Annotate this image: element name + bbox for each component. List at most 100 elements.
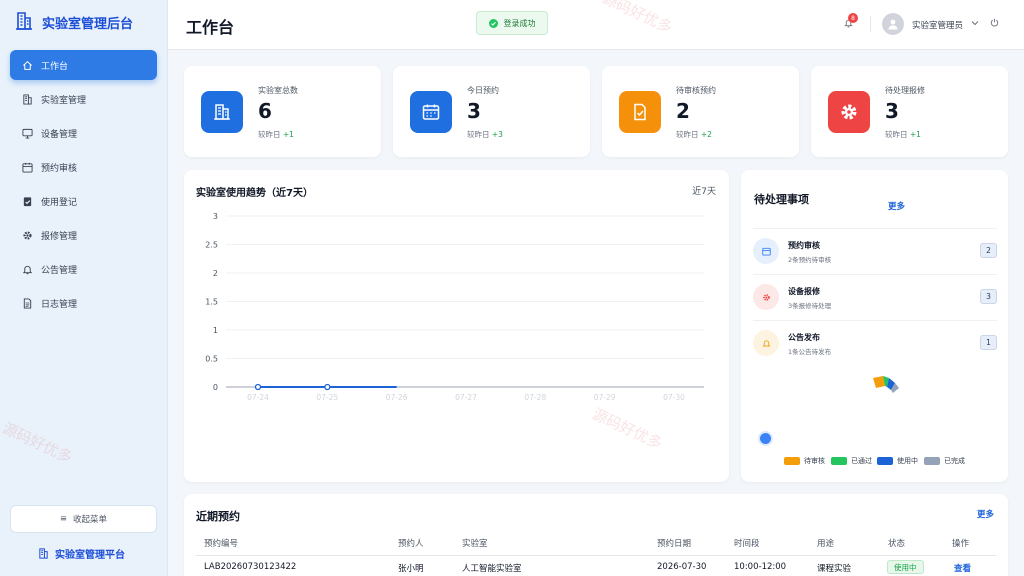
legend-in-use: 使用中: [877, 456, 918, 466]
stat-card-today-bookings[interactable]: 今日预约 3 较昨日 +3: [393, 66, 590, 157]
y-tick-label: 1: [213, 326, 218, 335]
todo-item-desc: 1条公告待发布: [788, 348, 832, 356]
x-tick-label: 07-24: [247, 393, 269, 402]
sidebar-item-label: 日志管理: [41, 299, 78, 310]
legend-done: 已完成: [924, 456, 965, 466]
legend-approved: 已通过: [831, 456, 872, 466]
todo-item-name: 设备报修: [788, 287, 820, 296]
stat-label: 待处理报修: [885, 86, 925, 95]
stat-label: 今日预约: [467, 86, 499, 95]
stat-label: 待审核预约: [676, 86, 716, 95]
sidebar-item-label: 实验室管理: [41, 95, 87, 106]
sidebar-item-devices[interactable]: 设备管理: [10, 118, 157, 148]
cell-time-slot: 10:00-12:00: [734, 562, 787, 572]
todo-item-announcement[interactable]: 公告发布 1条公告待发布 1: [753, 320, 997, 366]
building-icon: [201, 91, 243, 133]
y-tick-label: 3: [213, 212, 218, 221]
gear-icon: [753, 284, 779, 310]
legend-label: 待审核: [804, 457, 825, 465]
todo-panel: 待处理事项 更多 预约审核 2条预约待审核 2 设备报修 3条报修待处理 3 公…: [741, 170, 1008, 482]
building-icon: [39, 548, 48, 559]
gear-icon: [828, 91, 870, 133]
column-header: 预约日期: [657, 539, 692, 549]
x-tick-label: 07-30: [663, 393, 685, 402]
status-indicator-dot: [760, 433, 771, 444]
x-tick-label: 07-25: [316, 393, 338, 402]
collapse-menu-button[interactable]: ≡ 收起菜单: [10, 505, 157, 533]
cell-booking-id: LAB20260730123422: [204, 562, 297, 572]
document-check-icon: [619, 91, 661, 133]
user-icon: [888, 19, 898, 30]
todo-item-device-repair[interactable]: 设备报修 3条报修待处理 3: [753, 274, 997, 320]
sidebar-item-announcements[interactable]: 公告管理: [10, 254, 157, 284]
cell-lab: 人工智能实验室: [462, 564, 522, 574]
sidebar-item-repair[interactable]: 报修管理: [10, 220, 157, 250]
toast-text: 登录成功: [503, 18, 536, 28]
sidebar-nav: 工作台 实验室管理 设备管理 预约审核 使用登记 报修管理 公告管理 日志管理: [0, 50, 167, 318]
stat-value: 3: [467, 99, 481, 123]
todo-item-desc: 3条报修待处理: [788, 302, 832, 310]
todo-item-name: 公告发布: [788, 333, 820, 342]
stat-card-labs[interactable]: 实验室总数 6 较昨日 +1: [184, 66, 381, 157]
sidebar-item-label: 设备管理: [41, 129, 78, 140]
sidebar-item-label: 工作台: [41, 61, 69, 72]
x-tick-label: 07-28: [524, 393, 546, 402]
home-icon: [23, 60, 32, 70]
cell-purpose: 课程实验: [817, 564, 852, 574]
stat-card-pending-review[interactable]: 待审核预约 2 较昨日 +2: [602, 66, 799, 157]
stat-label: 实验室总数: [258, 86, 298, 95]
todo-more-link[interactable]: 更多: [888, 200, 905, 212]
bell-icon: [22, 265, 33, 274]
stat-compare: 较昨日 +1: [258, 129, 294, 140]
clipboard-check-icon: [23, 196, 32, 206]
calendar-icon: [22, 162, 33, 173]
sidebar-item-dashboard[interactable]: 工作台: [10, 50, 157, 80]
status-pie-chart: [873, 376, 899, 393]
document-icon: [23, 297, 32, 309]
user-name[interactable]: 实验室管理员: [912, 19, 963, 31]
y-tick-label: 0: [213, 383, 218, 392]
recent-more-link[interactable]: 更多: [977, 508, 994, 520]
power-icon[interactable]: [990, 18, 999, 27]
x-tick-label: 07-26: [386, 393, 408, 402]
table-header-divider: [196, 555, 996, 556]
stat-delta: +3: [491, 130, 503, 139]
building-icon: [14, 11, 34, 34]
sidebar-item-booking-review[interactable]: 预约审核: [10, 152, 157, 182]
column-header: 用途: [817, 539, 835, 549]
y-tick-label: 2: [213, 269, 218, 278]
todo-title: 待处理事项: [754, 193, 809, 206]
stat-compare-label: 较昨日: [258, 130, 281, 139]
legend-label: 使用中: [897, 457, 918, 465]
stat-delta: +1: [282, 130, 294, 139]
stat-delta: +2: [700, 130, 712, 139]
platform-label: 实验室管理平台: [55, 550, 125, 561]
data-point: [254, 383, 262, 391]
sidebar-item-labs[interactable]: 实验室管理: [10, 84, 157, 114]
stat-value: 2: [676, 99, 690, 123]
recent-bookings-panel: 近期预约 更多 预约编号 预约人 实验室 预约日期 时间段 用途 状态 操作 L…: [184, 494, 1008, 576]
sidebar-item-usage-register[interactable]: 使用登记: [10, 186, 157, 216]
chevron-down-icon[interactable]: [971, 20, 979, 26]
pie-slice-pending: [873, 376, 885, 388]
x-tick-label: 07-29: [594, 393, 616, 402]
view-button[interactable]: 查看: [954, 562, 971, 574]
avatar[interactable]: [882, 13, 904, 35]
data-point: [324, 383, 331, 391]
stat-card-pending-repairs[interactable]: 待处理报修 3 较昨日 +1: [811, 66, 1008, 157]
top-header: 工作台 登录成功 8 实验室管理员: [168, 0, 1024, 50]
gear-icon: [23, 230, 32, 240]
todo-item-name: 预约审核: [788, 241, 820, 250]
page-title: 工作台: [186, 18, 235, 37]
calendar-icon: [753, 238, 779, 264]
column-header: 状态: [888, 539, 906, 549]
bell-icon: [753, 330, 779, 356]
todo-item-booking-review[interactable]: 预约审核 2条预约待审核 2: [753, 228, 997, 274]
collapse-menu-label: 收起菜单: [73, 515, 108, 525]
legend-pending: 待审核: [784, 456, 825, 466]
stat-compare: 较昨日 +3: [467, 129, 503, 140]
sidebar-item-logs[interactable]: 日志管理: [10, 288, 157, 318]
calendar-icon: [410, 91, 452, 133]
column-header: 实验室: [462, 539, 488, 549]
column-header: 时间段: [734, 539, 760, 549]
